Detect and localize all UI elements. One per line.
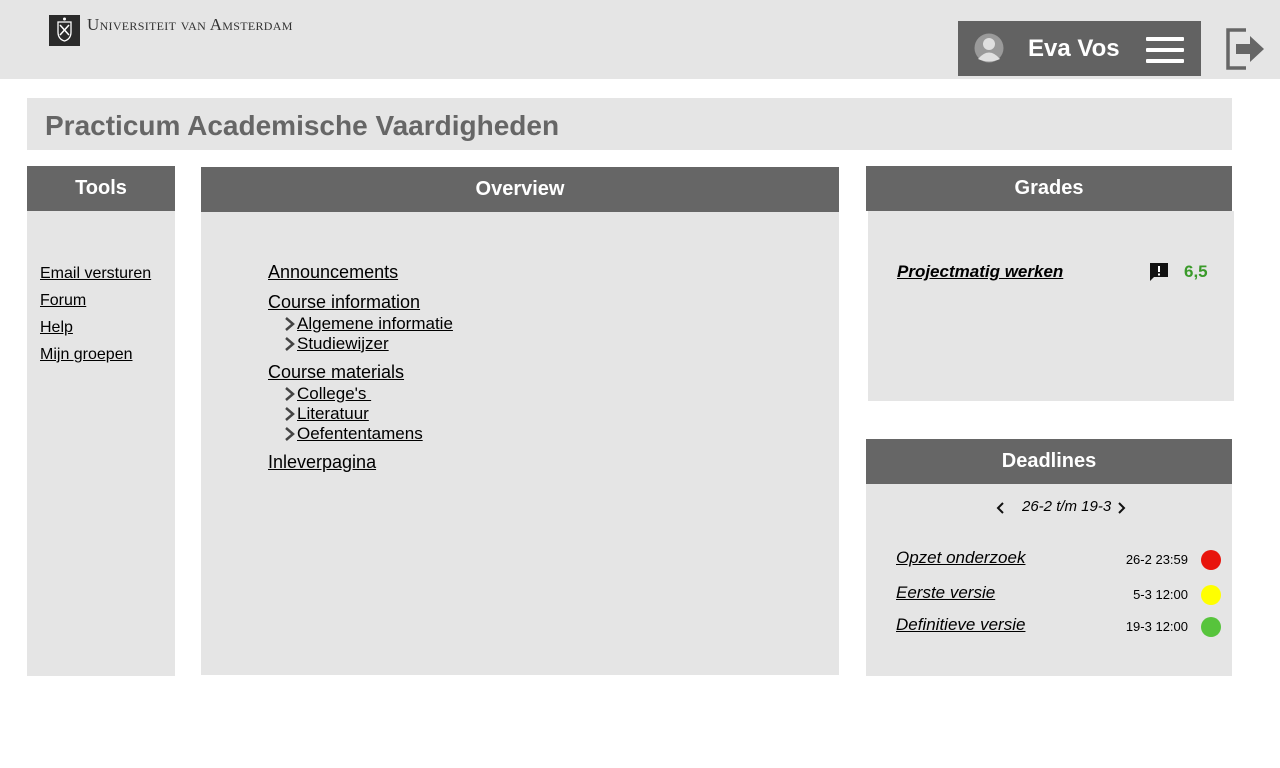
user-avatar-icon	[974, 33, 1004, 63]
course-materials-link[interactable]: Course materials	[268, 362, 404, 382]
deadline-row: Eerste versie 5-3 12:00	[866, 583, 1232, 607]
study-guide-link[interactable]: Studiewijzer	[297, 334, 389, 354]
overview-group: Course information Algemene informatie S…	[268, 290, 453, 354]
list-item: College's	[268, 384, 453, 404]
grades-heading: Grades	[866, 166, 1232, 211]
grade-value: 6,5	[1184, 262, 1208, 281]
hamburger-menu-icon[interactable]	[1146, 37, 1184, 63]
status-indicator	[1201, 585, 1221, 605]
deadlines-heading: Deadlines	[866, 439, 1232, 484]
overview-heading: Overview	[201, 167, 839, 212]
chevron-right-icon	[285, 317, 295, 331]
university-seal-icon	[49, 15, 80, 46]
chevron-right-icon	[285, 387, 295, 401]
chevron-left-icon[interactable]	[996, 501, 1006, 515]
tools-list: Email versturen Forum Help Mijn groepen	[40, 260, 151, 368]
my-groups-link[interactable]: Mijn groepen	[40, 346, 133, 363]
deadline-date: 5-3 12:00	[1133, 587, 1188, 602]
deadline-link[interactable]: Definitieve versie	[896, 615, 1025, 635]
announcements-link[interactable]: Announcements	[268, 262, 398, 282]
overview-panel: Overview Announcements Course informatio…	[201, 167, 839, 675]
university-name: Universiteit van Amsterdam	[87, 15, 293, 34]
chevron-right-icon	[285, 337, 295, 351]
user-name: Eva Vos	[1028, 35, 1120, 62]
practice-exams-link[interactable]: Oefententamens	[297, 424, 423, 444]
help-link[interactable]: Help	[40, 319, 73, 336]
list-item: Studiewijzer	[268, 334, 453, 354]
user-menu[interactable]: Eva Vos	[958, 21, 1201, 76]
list-item: Oefententamens	[268, 424, 453, 444]
tools-item: Mijn groepen	[40, 341, 151, 368]
status-indicator	[1201, 617, 1221, 637]
tools-item: Email versturen	[40, 260, 151, 287]
grades-body	[868, 211, 1234, 401]
deadline-link[interactable]: Eerste versie	[896, 583, 995, 603]
literature-link[interactable]: Literatuur	[297, 404, 369, 424]
deadline-date-range: 26-2 t/m 19-3	[1022, 498, 1112, 515]
course-information-link[interactable]: Course information	[268, 292, 420, 312]
overview-list: Announcements Course information Algemen…	[268, 260, 453, 480]
chevron-right-icon	[285, 427, 295, 441]
course-title-bar: Practicum Academische Vaardigheden	[27, 98, 1232, 150]
tools-panel: Tools Email versturen Forum Help Mijn gr…	[27, 166, 175, 676]
overview-group: Announcements	[268, 260, 453, 284]
chevron-right-icon	[285, 407, 295, 421]
tools-item: Forum	[40, 287, 151, 314]
grade-course-link[interactable]: Projectmatig werken	[897, 262, 1063, 282]
feedback-comment-icon[interactable]	[1148, 261, 1170, 283]
deadline-row: Opzet onderzoek 26-2 23:59	[866, 548, 1232, 572]
forum-link[interactable]: Forum	[40, 292, 86, 309]
overview-group: Course materials College's Literatuur Oe…	[268, 360, 453, 444]
tools-item: Help	[40, 314, 151, 341]
tools-heading: Tools	[27, 166, 175, 211]
deadline-row: Definitieve versie 19-3 12:00	[866, 615, 1232, 639]
page-title: Practicum Academische Vaardigheden	[45, 110, 560, 141]
deadline-link[interactable]: Opzet onderzoek	[896, 548, 1025, 568]
submission-page-link[interactable]: Inleverpagina	[268, 452, 376, 472]
lectures-link[interactable]: College's	[297, 384, 371, 404]
logout-icon[interactable]	[1224, 26, 1268, 72]
list-item: Literatuur	[268, 404, 453, 424]
overview-group: Inleverpagina	[268, 450, 453, 474]
status-indicator	[1201, 550, 1221, 570]
email-link[interactable]: Email versturen	[40, 265, 151, 282]
list-item: Algemene informatie	[268, 314, 453, 334]
university-logo[interactable]: Universiteit van Amsterdam	[49, 15, 293, 46]
general-information-link[interactable]: Algemene informatie	[297, 314, 453, 334]
grades-panel: Grades Projectmatig werken 6,5	[866, 166, 1234, 401]
deadlines-panel: Deadlines 26-2 t/m 19-3 Opzet onderzoek …	[866, 439, 1232, 676]
top-bar: Universiteit van Amsterdam Eva Vos	[0, 0, 1280, 79]
deadline-date: 19-3 12:00	[1125, 619, 1188, 634]
deadline-date: 26-2 23:59	[1125, 552, 1188, 567]
chevron-right-icon[interactable]	[1116, 501, 1126, 515]
